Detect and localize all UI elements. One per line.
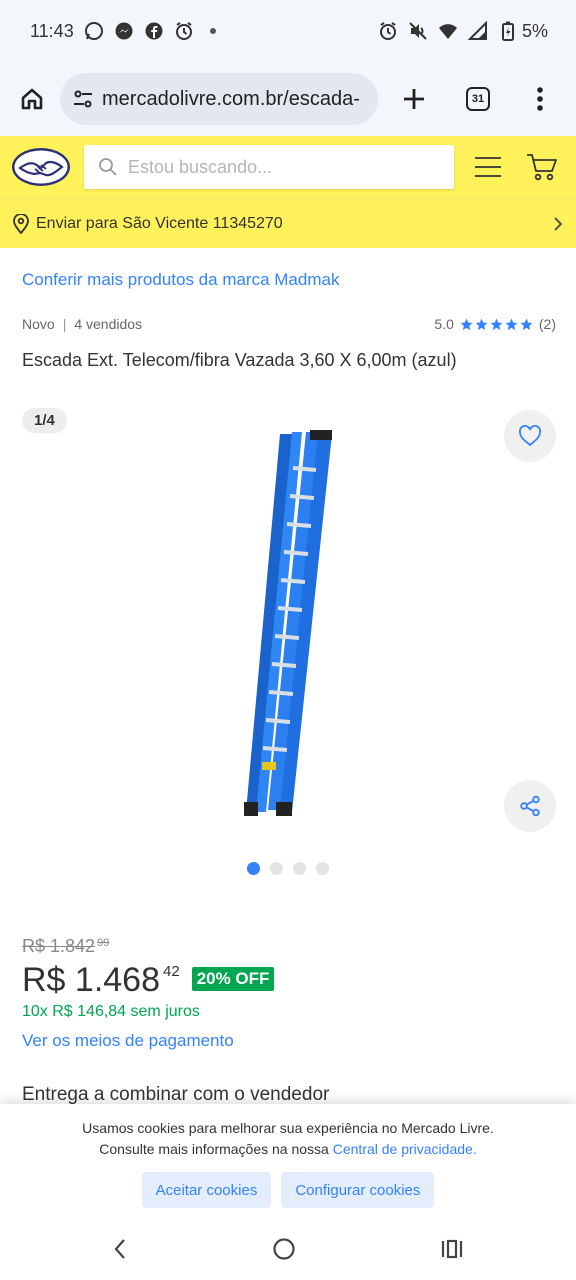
notification-dot: [209, 28, 216, 34]
alarm-icon: [378, 21, 398, 41]
sold-count: 4 vendidos: [74, 316, 143, 332]
star-icon: [520, 318, 533, 330]
discount-badge: 20% OFF: [191, 967, 275, 991]
cookie-message-line2: Consulte mais informações na nossa: [99, 1141, 329, 1157]
battery-percent: 5%: [521, 20, 548, 41]
price-section: R$ 1.842 99 R$ 1.468 42 20% OFF 10x R$ 1…: [22, 936, 556, 1051]
home-icon[interactable]: [14, 81, 50, 117]
new-tab-icon[interactable]: [396, 81, 432, 117]
star-icon: [475, 318, 488, 330]
favorite-button[interactable]: [504, 410, 556, 462]
recent-apps-icon[interactable]: [440, 1238, 464, 1260]
rating-summary[interactable]: 5.0 (2): [434, 316, 556, 332]
configure-cookies-button[interactable]: Configurar cookies: [281, 1172, 435, 1208]
tab-count: 31: [466, 87, 490, 111]
rating-count: (2): [538, 316, 556, 332]
gallery-dot[interactable]: [270, 862, 283, 875]
more-menu-icon[interactable]: [522, 81, 558, 117]
rating-stars: [460, 318, 533, 331]
status-time: 11:43: [30, 20, 74, 41]
accept-cookies-button[interactable]: Aceitar cookies: [141, 1172, 272, 1208]
product-gallery[interactable]: 1/4: [0, 398, 576, 878]
site-settings-icon[interactable]: [72, 88, 94, 110]
alarm-icon: [174, 21, 194, 41]
location-pin-icon: [12, 213, 30, 234]
gallery-dot[interactable]: [293, 862, 306, 875]
messenger-icon: [114, 21, 134, 41]
back-icon[interactable]: [112, 1237, 128, 1261]
star-icon: [490, 318, 503, 330]
mute-icon: [408, 21, 428, 41]
cookie-message-line1: Usamos cookies para melhorar sua experiê…: [82, 1120, 494, 1136]
cart-icon[interactable]: [520, 145, 564, 189]
original-price-cents: 99: [97, 937, 110, 949]
system-navigation-bar: [0, 1218, 576, 1280]
current-price: R$ 1.468 42 20% OFF: [22, 961, 556, 999]
shipping-address: Enviar para São Vicente 11345270: [36, 214, 283, 232]
gallery-dot[interactable]: [247, 862, 260, 875]
menu-icon[interactable]: [466, 145, 510, 189]
delivery-info: Entrega a combinar com o vendedor: [22, 1084, 330, 1105]
status-bar: 11:43 5%: [0, 0, 576, 62]
brand-products-link[interactable]: Conferir mais produtos da marca Madmak: [22, 270, 339, 290]
cookie-message: Usamos cookies para melhorar sua experiê…: [0, 1118, 576, 1160]
battery-icon: [498, 21, 518, 41]
share-button[interactable]: [504, 780, 556, 832]
search-input[interactable]: [128, 156, 428, 178]
mercadolivre-logo[interactable]: [10, 146, 72, 188]
original-price: R$ 1.842 99: [22, 936, 556, 957]
search-icon: [98, 157, 118, 177]
url-text: mercadolivre.com.br/escada-: [102, 87, 360, 110]
heart-icon: [519, 425, 541, 447]
current-price-cents: 42: [163, 963, 180, 980]
product-title: Escada Ext. Telecom/fibra Vazada 3,60 X …: [22, 350, 457, 370]
image-counter: 1/4: [22, 408, 67, 433]
rating-value: 5.0: [434, 316, 454, 332]
chevron-right-icon: [552, 216, 564, 232]
installments-text: 10x R$ 146,84 sem juros: [22, 1003, 200, 1020]
signal-icon: [467, 21, 488, 41]
share-icon: [520, 795, 540, 817]
shipping-location-bar[interactable]: Enviar para São Vicente 11345270: [0, 198, 576, 248]
gallery-dot[interactable]: [316, 862, 329, 875]
gallery-pagination: [0, 862, 576, 875]
privacy-center-link[interactable]: Central de privacidade.: [333, 1141, 477, 1157]
whatsapp-icon: [84, 21, 104, 41]
tab-switcher-button[interactable]: 31: [460, 81, 496, 117]
ladder-product-image: [244, 430, 332, 816]
site-header: [0, 136, 576, 198]
condition-label: Novo: [22, 316, 55, 332]
star-icon: [505, 318, 518, 330]
address-bar[interactable]: mercadolivre.com.br/escada-: [60, 73, 378, 125]
wifi-icon: [438, 21, 458, 41]
product-meta: Novo | 4 vendidos 5.0 (2): [22, 316, 556, 332]
browser-toolbar: mercadolivre.com.br/escada- 31: [0, 62, 576, 136]
search-bar[interactable]: [84, 145, 454, 189]
star-icon: [460, 318, 473, 330]
payment-methods-link[interactable]: Ver os meios de pagamento: [22, 1031, 556, 1051]
original-price-amount: R$ 1.842: [22, 936, 96, 956]
current-price-amount: R$ 1.468: [22, 961, 160, 999]
facebook-icon: [144, 21, 164, 41]
home-circle-icon[interactable]: [272, 1237, 296, 1261]
